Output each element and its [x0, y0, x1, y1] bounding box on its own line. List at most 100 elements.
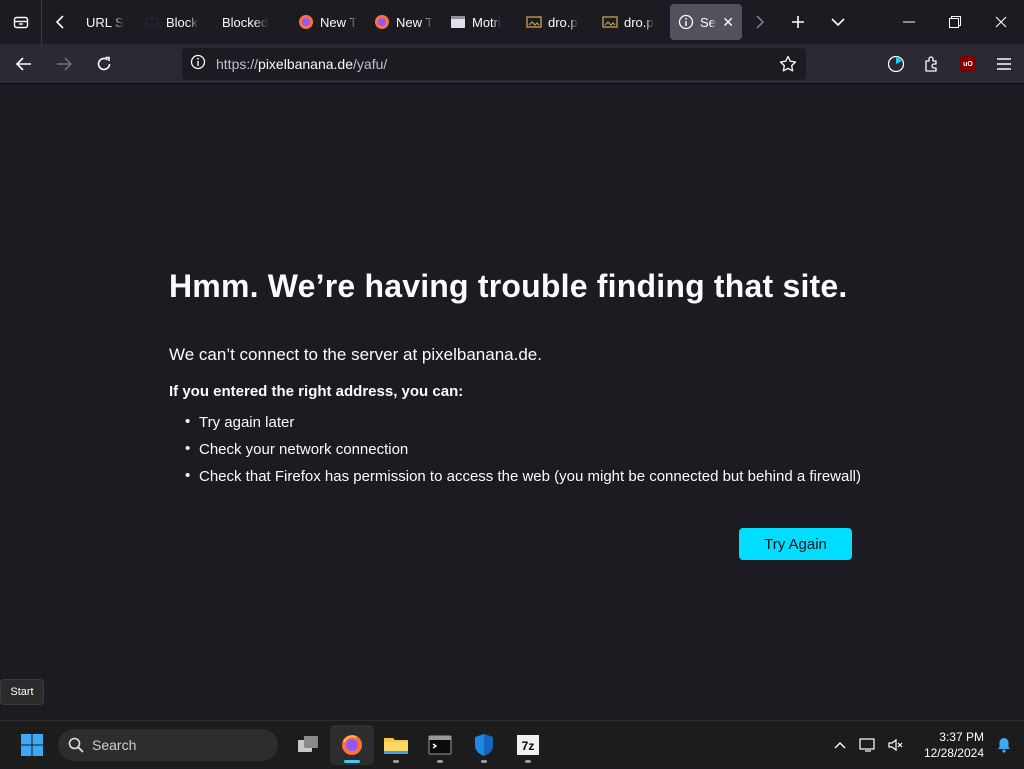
- tab-label: New T: [320, 14, 358, 30]
- clock-time: 3:37 PM: [939, 730, 984, 744]
- close-icon: [995, 16, 1007, 28]
- tab-scroll-right-button[interactable]: [742, 0, 778, 44]
- start-tooltip: Start: [0, 679, 44, 705]
- app-menu-button[interactable]: [988, 48, 1020, 80]
- account-sync-icon: [887, 55, 905, 73]
- list-all-tabs-button[interactable]: [818, 0, 858, 44]
- tab-blocked[interactable]: Blocked: [214, 4, 290, 40]
- url-bar[interactable]: https://pixelbanana.de/yafu/: [182, 48, 806, 80]
- chevron-right-icon: [756, 15, 765, 29]
- close-window-button[interactable]: [978, 0, 1024, 44]
- firefox-icon: [374, 14, 390, 30]
- bell-icon: [998, 738, 1010, 753]
- clock[interactable]: 3:37 PM 12/28/2024: [910, 729, 984, 761]
- url-scheme: https://: [216, 56, 259, 72]
- search-placeholder: Search: [92, 736, 137, 753]
- error-container: Hmm. We’re having trouble finding that s…: [169, 268, 869, 495]
- chevron-up-icon: [834, 742, 846, 749]
- url-text[interactable]: https://pixelbanana.de/yafu/: [216, 56, 387, 72]
- tab-url-s[interactable]: URL S: [78, 4, 136, 40]
- site-info-icon[interactable]: [190, 54, 206, 75]
- taskbar-windows-security[interactable]: [462, 725, 506, 765]
- firefox-icon: [342, 734, 362, 755]
- tab-label: Blocked: [222, 14, 269, 30]
- volume-button[interactable]: [882, 725, 910, 765]
- toolbar-right: uO: [880, 48, 1020, 80]
- close-tab-icon[interactable]: ✕: [722, 14, 734, 31]
- network-disconnected-icon: [859, 738, 875, 752]
- page-content: Hmm. We’re having trouble finding that s…: [0, 85, 1024, 720]
- url-host: pixelbanana.de: [258, 56, 354, 72]
- shield-icon: [475, 733, 493, 756]
- taskbar-search-box[interactable]: Search: [58, 728, 278, 761]
- tab-label: Ser: [700, 14, 716, 30]
- window-icon: [450, 14, 466, 30]
- tab-label: Block: [166, 14, 198, 30]
- firefox-view-button[interactable]: [0, 0, 42, 44]
- error-message: We can’t connect to the server at pixelb…: [169, 345, 542, 364]
- tab-new-tab-1[interactable]: New T: [290, 4, 366, 40]
- page-icon: [144, 14, 160, 30]
- tab-server-not-found[interactable]: Ser ✕: [670, 4, 742, 40]
- firefox-icon: [298, 14, 314, 30]
- sync-button[interactable]: [880, 48, 912, 80]
- chevron-left-icon: [55, 15, 64, 29]
- tab-label: dro.p: [548, 14, 578, 30]
- new-tab-button[interactable]: [778, 0, 818, 44]
- notifications-button[interactable]: [990, 725, 1018, 765]
- task-view-button[interactable]: [286, 725, 330, 765]
- ublock-origin-button[interactable]: uO: [952, 48, 984, 80]
- navigation-toolbar: https://pixelbanana.de/yafu/ uO: [0, 44, 1024, 84]
- tab-dro-2[interactable]: dro.p: [594, 4, 670, 40]
- show-hidden-icons-button[interactable]: [826, 725, 854, 765]
- tab-scroll-left-button[interactable]: [42, 0, 78, 44]
- hamburger-menu-icon: [997, 58, 1011, 70]
- image-folder-icon: [526, 14, 542, 30]
- list-item: Check your network connection: [185, 440, 869, 458]
- search-icon: [68, 737, 84, 753]
- reload-button[interactable]: [86, 48, 122, 80]
- suggestions-list: Try again later Check your network conne…: [169, 413, 869, 485]
- running-indicator: [437, 759, 443, 763]
- running-indicator: [344, 759, 360, 763]
- taskbar-terminal[interactable]: [418, 725, 462, 765]
- system-tray: 3:37 PM 12/28/2024: [826, 721, 1024, 769]
- taskbar-file-explorer[interactable]: [374, 725, 418, 765]
- info-icon: [678, 14, 694, 30]
- list-item: Check that Firefox has permission to acc…: [185, 467, 869, 485]
- tab-new-tab-2[interactable]: New T: [366, 4, 442, 40]
- tab-label: Motri: [472, 14, 501, 30]
- tab-block[interactable]: Block: [136, 4, 214, 40]
- tab-label: dro.p: [624, 14, 654, 30]
- try-again-button[interactable]: Try Again: [739, 528, 852, 560]
- forward-arrow-icon: [57, 56, 72, 71]
- windows-logo-icon: [21, 733, 43, 756]
- restore-button[interactable]: [932, 0, 978, 44]
- running-indicator: [393, 759, 399, 763]
- taskbar-firefox[interactable]: [330, 724, 374, 765]
- error-subtitle: If you entered the right address, you ca…: [169, 383, 464, 400]
- firefox-view-icon: [13, 16, 28, 29]
- running-indicator: [481, 759, 487, 763]
- error-title: Hmm. We’re having trouble finding that s…: [169, 268, 848, 304]
- minimize-button[interactable]: [886, 0, 932, 44]
- back-button[interactable]: [6, 48, 42, 80]
- plus-icon: [792, 16, 804, 28]
- tab-motri[interactable]: Motri: [442, 4, 518, 40]
- bookmark-star-icon[interactable]: [776, 52, 800, 76]
- start-button[interactable]: [10, 725, 54, 765]
- forward-button[interactable]: [46, 48, 82, 80]
- minimize-icon: [903, 21, 915, 23]
- restore-icon: [949, 16, 961, 28]
- image-folder-icon: [602, 14, 618, 30]
- taskbar-7zip[interactable]: 7z: [506, 725, 550, 765]
- tab-strip: URL S Block Blocked New T New T Motri dr…: [0, 0, 1024, 44]
- tab-label: URL S: [86, 14, 124, 30]
- tab-dro-1[interactable]: dro.p: [518, 4, 594, 40]
- extensions-button[interactable]: [916, 48, 948, 80]
- clock-date: 12/28/2024: [923, 746, 984, 760]
- terminal-icon: [428, 735, 452, 754]
- running-indicator: [525, 759, 531, 763]
- network-status-button[interactable]: [854, 725, 882, 765]
- seven-zip-icon: 7z: [517, 734, 539, 755]
